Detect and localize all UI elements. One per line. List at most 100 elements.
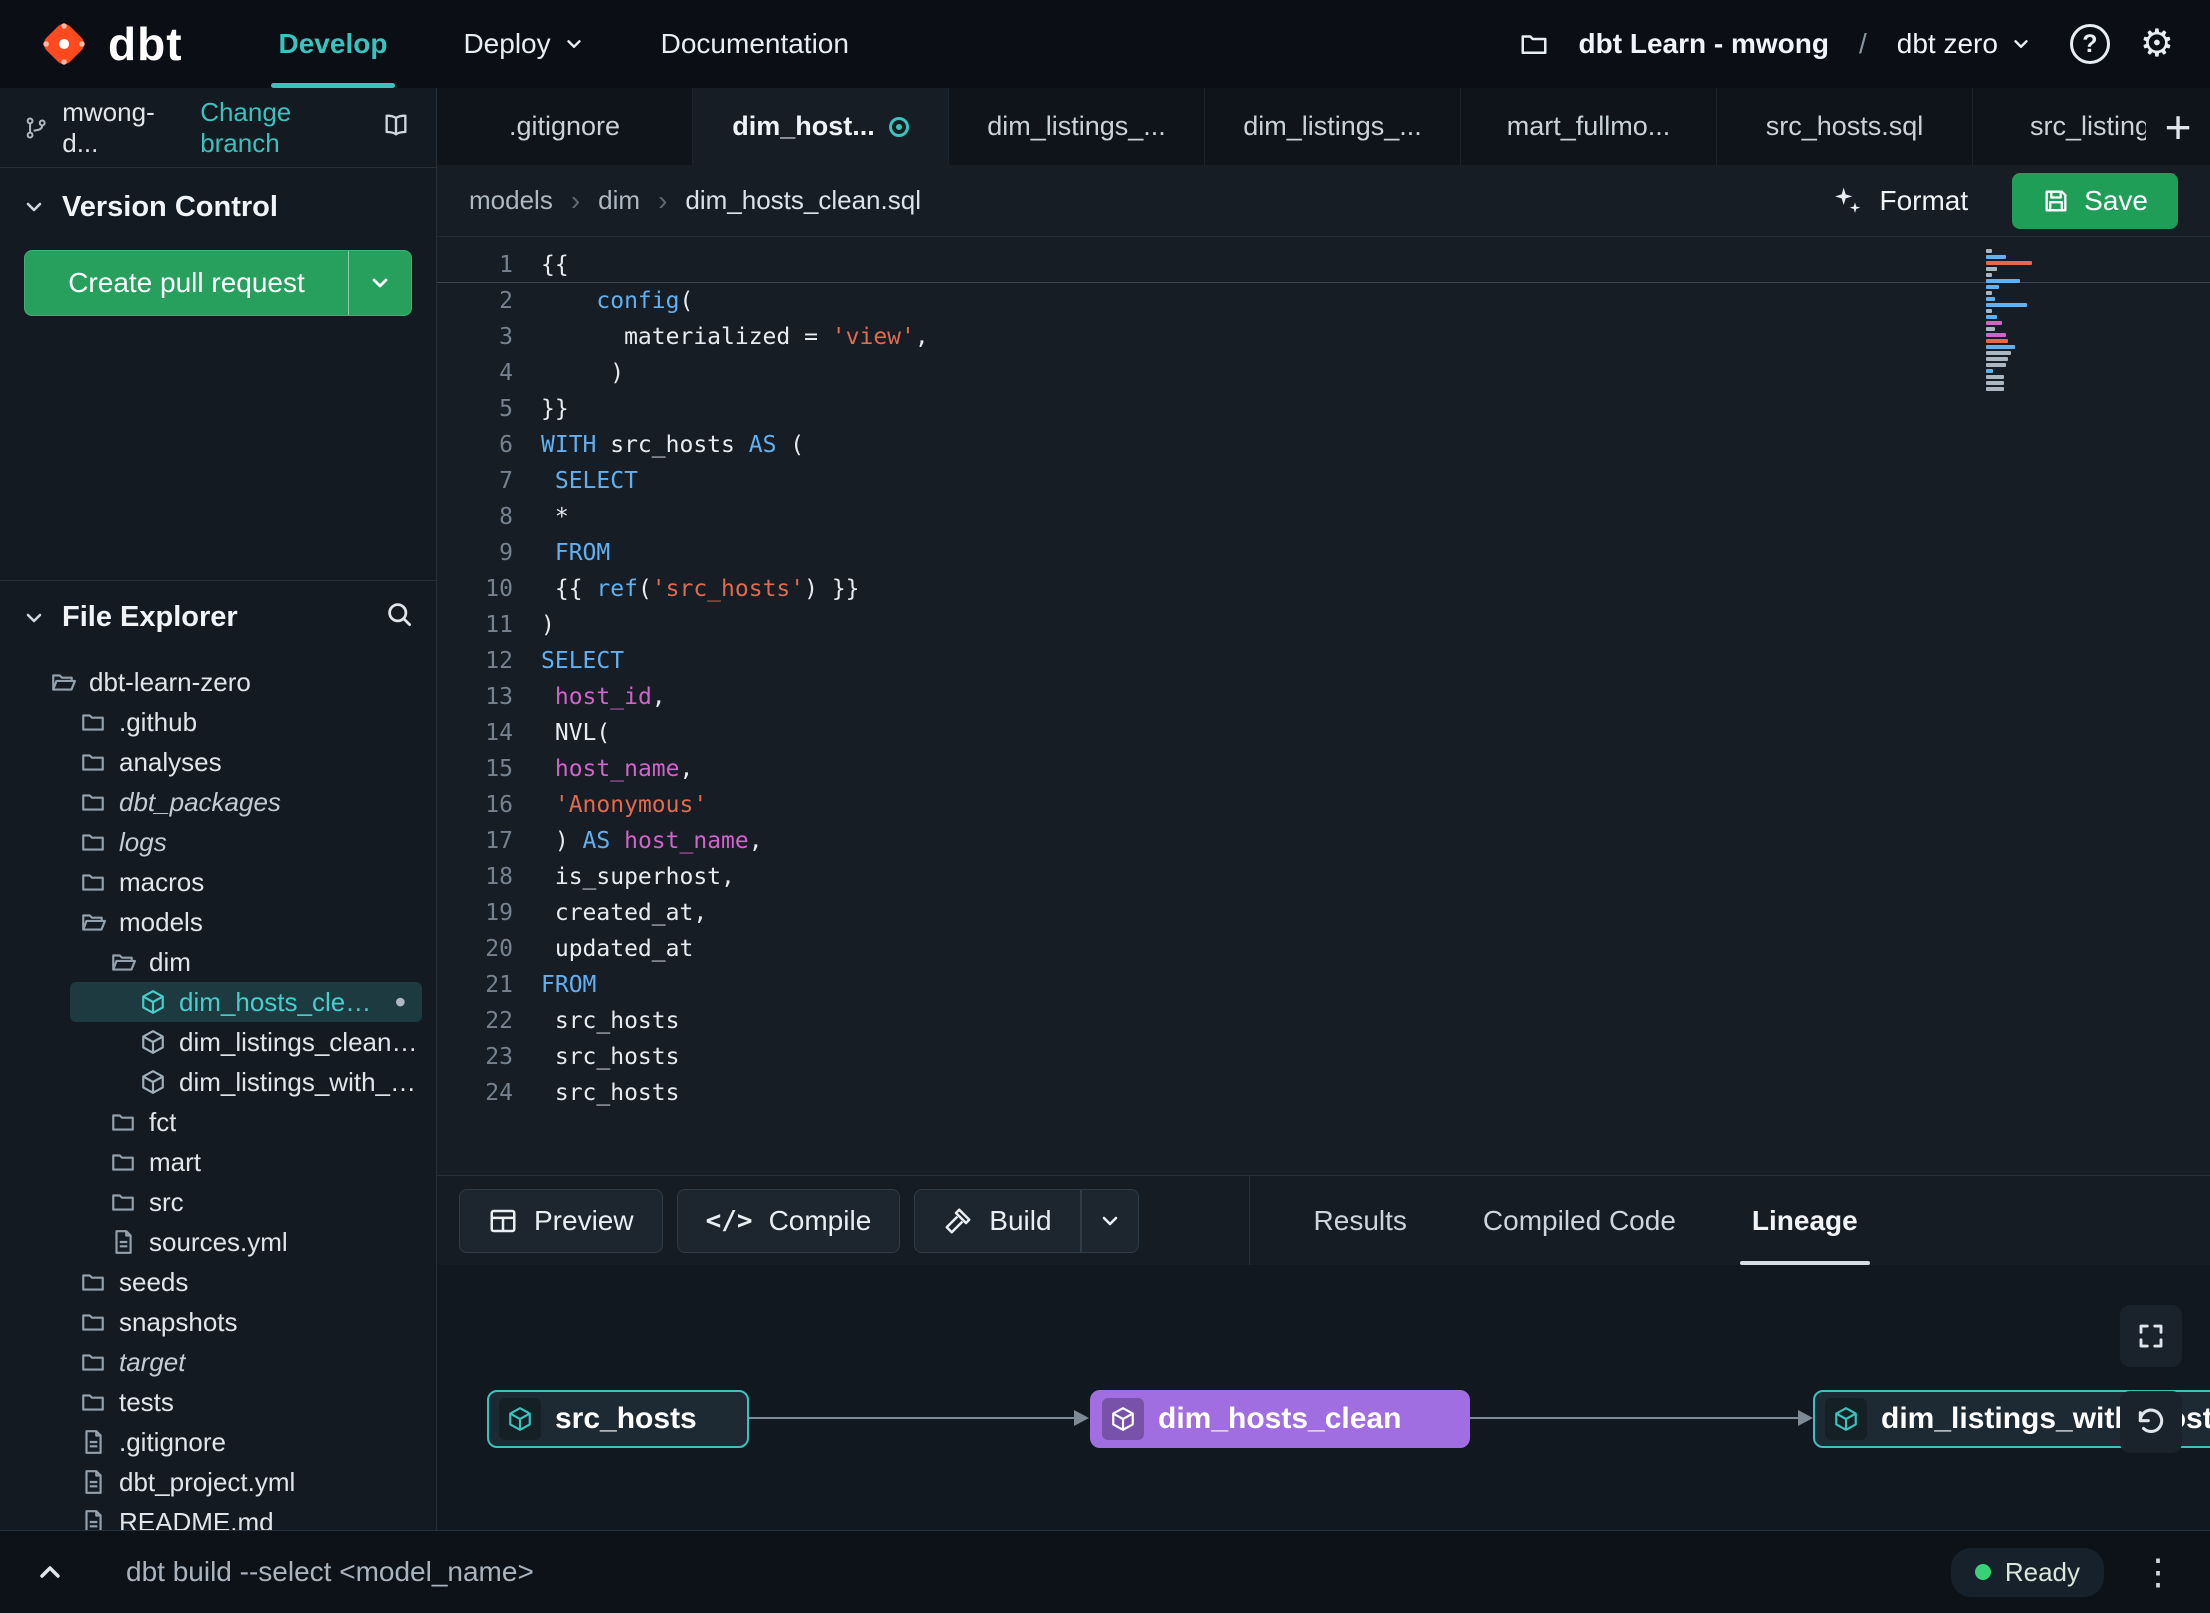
tree-item[interactable]: fct — [0, 1102, 436, 1142]
tab-compiled-code[interactable]: Compiled Code — [1445, 1176, 1714, 1265]
lineage-node[interactable]: src_hosts — [487, 1390, 749, 1448]
code-line[interactable]: 4 ) — [437, 355, 2210, 391]
code-line[interactable]: 3 materialized = 'view', — [437, 319, 2210, 355]
tree-item[interactable]: tests — [0, 1382, 436, 1422]
code-line[interactable]: 24 src_hosts — [437, 1075, 2210, 1111]
code-line[interactable]: 9 FROM — [437, 535, 2210, 571]
tree-item[interactable]: .github — [0, 702, 436, 742]
environment-select[interactable]: dbt zero — [1897, 28, 2032, 60]
docs-book-icon[interactable] — [380, 111, 412, 144]
nav-documentation[interactable]: Documentation — [661, 0, 849, 88]
settings-gear-icon[interactable]: ⚙ — [2140, 25, 2174, 63]
code-line[interactable]: 16 'Anonymous' — [437, 787, 2210, 823]
tree-item[interactable]: macros — [0, 862, 436, 902]
dbt-logo[interactable]: dbt — [36, 16, 183, 72]
code-line[interactable]: 14 NVL( — [437, 715, 2210, 751]
format-button[interactable]: Format — [1831, 185, 1968, 217]
sidebar: mwong-d... Change branch Version Control… — [0, 88, 437, 1530]
tree-item[interactable]: dbt-learn-zero — [0, 662, 436, 702]
code-line[interactable]: 10 {{ ref('src_hosts') }} — [437, 571, 2210, 607]
expand-command-bar-button[interactable] — [34, 1556, 66, 1588]
editor-tab[interactable]: .gitignore — [437, 88, 693, 165]
code-line[interactable]: 18 is_superhost, — [437, 859, 2210, 895]
code-line[interactable]: 17 ) AS host_name, — [437, 823, 2210, 859]
code-line[interactable]: 8 * — [437, 499, 2210, 535]
tree-item-label: src — [149, 1186, 184, 1217]
tree-item[interactable]: dim_listings_clean.sql — [0, 1022, 436, 1062]
tree-item[interactable]: sources.yml — [0, 1222, 436, 1262]
code-line[interactable]: 15 host_name, — [437, 751, 2210, 787]
tree-item[interactable]: snapshots — [0, 1302, 436, 1342]
nav-develop[interactable]: Develop — [270, 0, 396, 88]
code-line[interactable]: 19 created_at, — [437, 895, 2210, 931]
nav-deploy[interactable]: Deploy — [463, 0, 584, 88]
editor-tab[interactable]: dim_listings_... — [1205, 88, 1461, 165]
tree-item[interactable]: .gitignore — [0, 1422, 436, 1462]
help-button[interactable]: ? — [2069, 24, 2110, 64]
code-line[interactable]: 21 FROM — [437, 967, 2210, 1003]
code-line[interactable]: 23 src_hosts — [437, 1039, 2210, 1075]
preview-button[interactable]: Preview — [459, 1188, 663, 1253]
editor-tab[interactable]: dim_listings_... — [949, 88, 1205, 165]
minimap-line — [1986, 267, 1997, 271]
code-editor[interactable]: 1{{2 config(3 materialized = 'view', 4 ) 5… — [437, 237, 2210, 1175]
tree-item[interactable]: dbt_project.yml — [0, 1462, 436, 1502]
tree-item[interactable]: dbt_packages — [0, 782, 436, 822]
reset-view-button[interactable] — [2120, 1391, 2182, 1453]
breadcrumb-item[interactable]: dim — [598, 185, 640, 216]
tree-item-label: README.md — [119, 1506, 274, 1531]
project-name[interactable]: dbt Learn - mwong — [1579, 28, 1829, 60]
code-line[interactable]: 6 WITH src_hosts AS ( — [437, 427, 2210, 463]
minimap-line — [1986, 249, 1992, 253]
code-line[interactable]: 20 updated_at — [437, 931, 2210, 967]
branch-name[interactable]: mwong-d... — [62, 97, 182, 159]
code-line[interactable]: 2 config( — [437, 283, 2210, 319]
tree-item[interactable]: README.md — [0, 1502, 436, 1530]
build-button[interactable]: Build — [914, 1188, 1081, 1253]
tree-item[interactable]: src — [0, 1182, 436, 1222]
editor-tab[interactable]: src_hosts.sql — [1717, 88, 1973, 165]
code-line[interactable]: 13 host_id, — [437, 679, 2210, 715]
tree-item[interactable]: dim — [0, 942, 436, 982]
compile-button[interactable]: </> Compile — [676, 1188, 901, 1253]
minimap-line — [1986, 375, 2004, 379]
code-line[interactable]: 5}} — [437, 391, 2210, 427]
lineage-canvas[interactable]: src_hosts dim_hosts_clean dim_listings_wit… — [437, 1265, 2210, 1530]
editor-tab[interactable]: dim_host... — [693, 88, 949, 165]
nav-documentation-label: Documentation — [660, 28, 849, 59]
file-icon — [80, 1469, 106, 1495]
lineage-node[interactable]: dim_hosts_clean — [1090, 1390, 1470, 1448]
file-explorer-header[interactable]: File Explorer — [0, 580, 436, 654]
new-tab-button[interactable]: + — [2146, 88, 2210, 165]
code-line[interactable]: 7 SELECT — [437, 463, 2210, 499]
version-control-header[interactable]: Version Control — [0, 168, 436, 246]
tree-item[interactable]: logs — [0, 822, 436, 862]
change-branch-link[interactable]: Change branch — [200, 97, 366, 159]
code-line[interactable]: 1 {{ — [437, 247, 2210, 283]
command-input[interactable]: dbt build --select <model_name> — [126, 1556, 534, 1588]
tree-item[interactable]: dim_listings_with_hosts... — [0, 1062, 436, 1102]
tree-item[interactable]: models — [0, 902, 436, 942]
tree-item[interactable]: seeds — [0, 1262, 436, 1302]
breadcrumb-item[interactable]: models — [469, 185, 553, 216]
pr-dropdown-caret[interactable] — [349, 251, 411, 315]
create-pull-request-button[interactable]: Create pull request — [24, 250, 412, 316]
save-button[interactable]: Save — [2012, 172, 2178, 229]
code-line[interactable]: 11) — [437, 607, 2210, 643]
kebab-menu-icon[interactable]: ⋮ — [2140, 1551, 2176, 1593]
code-line[interactable]: 12 SELECT — [437, 643, 2210, 679]
tree-item[interactable]: target — [0, 1342, 436, 1382]
editor-tab[interactable]: mart_fullmo... — [1461, 88, 1717, 165]
tree-item[interactable]: mart — [0, 1142, 436, 1182]
minimap[interactable] — [1986, 247, 2034, 393]
create-pull-request-label[interactable]: Create pull request — [25, 251, 349, 315]
fullscreen-button[interactable] — [2120, 1305, 2182, 1367]
tree-item[interactable]: analyses — [0, 742, 436, 782]
tab-lineage[interactable]: Lineage — [1714, 1176, 1896, 1265]
search-icon[interactable] — [384, 599, 414, 637]
line-number: 24 — [485, 1080, 513, 1106]
tree-item[interactable]: dim_hosts_clean.sql • — [70, 982, 422, 1022]
build-dropdown-caret[interactable] — [1080, 1188, 1139, 1253]
code-line[interactable]: 22 src_hosts — [437, 1003, 2210, 1039]
tab-results[interactable]: Results — [1276, 1176, 1445, 1265]
